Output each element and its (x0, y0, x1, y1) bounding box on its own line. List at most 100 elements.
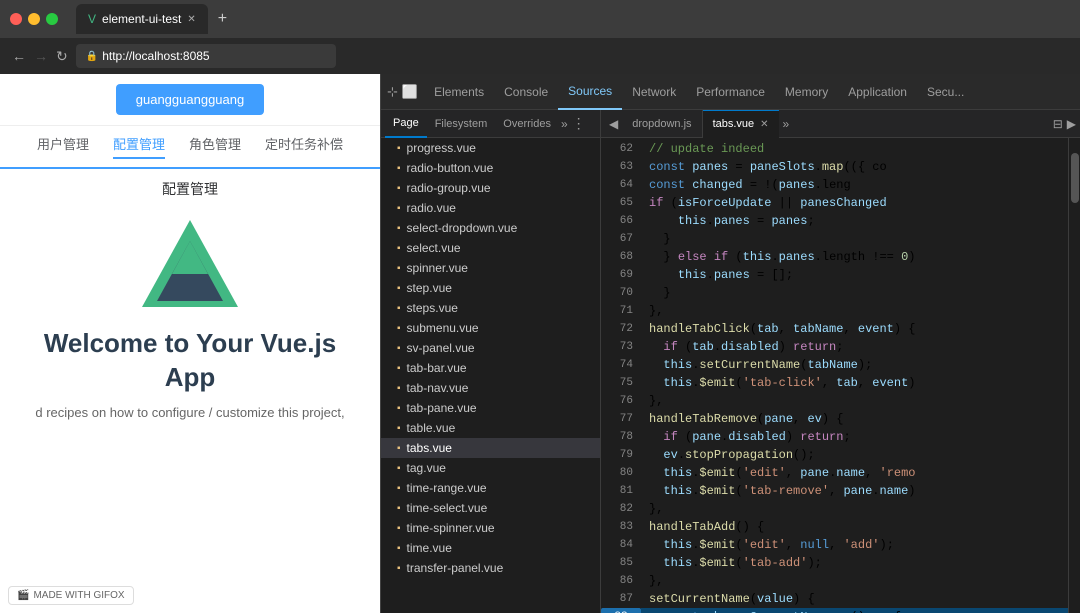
line-num-71: 71 (601, 302, 641, 320)
file-icon: ▪ (397, 523, 401, 534)
scrollbar-right[interactable] (1068, 138, 1080, 613)
file-item-table[interactable]: ▪ table.vue (381, 418, 600, 438)
file-item-select[interactable]: ▪ select.vue (381, 238, 600, 258)
editor-tab-more[interactable]: » (783, 117, 790, 131)
code-line-76: }, (641, 392, 1068, 410)
file-item-tag[interactable]: ▪ tag.vue (381, 458, 600, 478)
tab-close-icon[interactable]: ✕ (187, 14, 195, 25)
nav-back-button[interactable]: ← (12, 48, 26, 64)
file-item-radio[interactable]: ▪ radio.vue (381, 198, 600, 218)
new-tab-button[interactable]: + (210, 4, 235, 34)
tab-console[interactable]: Console (494, 74, 558, 110)
nav-refresh-button[interactable]: ↻ (56, 48, 68, 65)
code-line-82: }, (641, 500, 1068, 518)
watermark-text: MADE WITH GIFOX (33, 590, 124, 601)
nav-menu-item-config[interactable]: 配置管理 (113, 134, 165, 159)
tab-application[interactable]: Application (838, 74, 917, 110)
browser-tab-active[interactable]: V element-ui-test ✕ (76, 4, 208, 34)
code-line-75: this.$emit('tab-click', tab, event) (641, 374, 1068, 392)
tab-sources[interactable]: Sources (558, 74, 622, 110)
file-item-tab-nav[interactable]: ▪ tab-nav.vue (381, 378, 600, 398)
file-icon: ▪ (397, 223, 401, 234)
file-tab-menu[interactable]: ⋮ (572, 115, 586, 132)
file-item-steps[interactable]: ▪ steps.vue (381, 298, 600, 318)
section-title: 配置管理 (162, 179, 218, 199)
file-item-time[interactable]: ▪ time.vue (381, 538, 600, 558)
line-num-84: 84 (601, 536, 641, 554)
file-item-radio-group[interactable]: ▪ radio-group.vue (381, 178, 600, 198)
devtools-tab-bar: ⊹ ⬜ Elements Console Sources Network Per… (381, 74, 1080, 110)
file-icon: ▪ (397, 563, 401, 574)
line-num-65: 65 (601, 194, 641, 212)
file-icon: ▪ (397, 263, 401, 274)
file-item-select-dropdown[interactable]: ▪ select-dropdown.vue (381, 218, 600, 238)
tab-memory[interactable]: Memory (775, 74, 838, 110)
line-num-85: 85 (601, 554, 641, 572)
file-tab-filesystem[interactable]: Filesystem (427, 110, 496, 138)
code-line-64: const changed = !(panes.leng (641, 176, 1068, 194)
tab-security[interactable]: Secu... (917, 74, 974, 110)
file-tab-page[interactable]: Page (385, 110, 427, 138)
code-line-66: this.panes = panes; (641, 212, 1068, 230)
file-panel: Page Filesystem Overrides » ⋮ ▪ progress… (381, 110, 601, 613)
code-line-65: if (isForceUpdate || panesChanged (641, 194, 1068, 212)
code-line-86: }, (641, 572, 1068, 590)
line-num-62: 62 (601, 140, 641, 158)
file-item-progress[interactable]: ▪ progress.vue (381, 138, 600, 158)
file-item-radio-button[interactable]: ▪ radio-button.vue (381, 158, 600, 178)
file-icon: ▪ (397, 363, 401, 374)
line-num-87: 87 (601, 590, 641, 608)
address-input[interactable]: 🔒 http://localhost:8085 (76, 44, 336, 68)
line-num-63: 63 (601, 158, 641, 176)
nav-menu-item-users[interactable]: 用户管理 (37, 134, 89, 159)
editor-expand-icon[interactable]: ▶ (1067, 117, 1076, 131)
nav-forward-button[interactable]: → (34, 48, 48, 64)
file-item-transfer-panel[interactable]: ▪ transfer-panel.vue (381, 558, 600, 578)
traffic-light-yellow[interactable] (28, 13, 40, 25)
code-line-80: this.$emit('edit', pane.name, 'remo (641, 464, 1068, 482)
code-editor: 62 63 64 65 66 67 68 69 70 71 72 73 74 7… (601, 138, 1080, 613)
code-line-69: this.panes = []; (641, 266, 1068, 284)
file-item-sv-panel[interactable]: ▪ sv-panel.vue (381, 338, 600, 358)
cursor-icon[interactable]: ⊹ (387, 84, 398, 100)
code-line-81: this.$emit('tab-remove', pane.name) (641, 482, 1068, 500)
nav-menu-item-roles[interactable]: 角色管理 (189, 134, 241, 159)
editor-tab-tabs-vue[interactable]: tabs.vue ✕ (703, 110, 779, 138)
devtools-panel: ⊹ ⬜ Elements Console Sources Network Per… (380, 74, 1080, 613)
file-item-tab-pane[interactable]: ▪ tab-pane.vue (381, 398, 600, 418)
file-item-submenu[interactable]: ▪ submenu.vue (381, 318, 600, 338)
file-item-time-select[interactable]: ▪ time-select.vue (381, 498, 600, 518)
code-line-84: this.$emit('edit', null, 'add'); (641, 536, 1068, 554)
file-item-time-range[interactable]: ▪ time-range.vue (381, 478, 600, 498)
line-numbers: 62 63 64 65 66 67 68 69 70 71 72 73 74 7… (601, 138, 641, 613)
file-item-tab-bar[interactable]: ▪ tab-bar.vue (381, 358, 600, 378)
code-line-83: handleTabAdd() { (641, 518, 1068, 536)
traffic-light-red[interactable] (10, 13, 22, 25)
editor-tab-prev[interactable]: ◀ (605, 117, 622, 131)
file-tab-overrides[interactable]: Overrides (495, 110, 559, 138)
traffic-light-green[interactable] (46, 13, 58, 25)
file-item-step[interactable]: ▪ step.vue (381, 278, 600, 298)
user-button[interactable]: guangguangguang (116, 84, 264, 115)
file-item-time-spinner[interactable]: ▪ time-spinner.vue (381, 518, 600, 538)
watermark-icon: 🎬 (17, 590, 29, 601)
code-line-62: // update indeed (641, 140, 1068, 158)
editor-tab-close-icon[interactable]: ✕ (760, 119, 768, 130)
file-item-tabs[interactable]: ▪ tabs.vue (381, 438, 600, 458)
tab-elements[interactable]: Elements (424, 74, 494, 110)
line-num-74: 74 (601, 356, 641, 374)
device-icon[interactable]: ⬜ (402, 84, 418, 100)
file-icon: ▪ (397, 243, 401, 254)
nav-menu-item-tasks[interactable]: 定时任务补偿 (265, 134, 343, 159)
line-num-66: 66 (601, 212, 641, 230)
file-icon: ▪ (397, 143, 401, 154)
tab-performance[interactable]: Performance (686, 74, 775, 110)
editor-collapse-icon[interactable]: ⊟ (1053, 117, 1063, 131)
tab-network[interactable]: Network (622, 74, 686, 110)
code-content: // update indeed const panes = paneSlots… (641, 138, 1068, 613)
file-item-spinner[interactable]: ▪ spinner.vue (381, 258, 600, 278)
code-line-78: if (pane.disabled) return; (641, 428, 1068, 446)
file-tab-more[interactable]: » (561, 117, 568, 131)
code-line-70: } (641, 284, 1068, 302)
editor-tab-dropdown[interactable]: dropdown.js (622, 110, 702, 138)
